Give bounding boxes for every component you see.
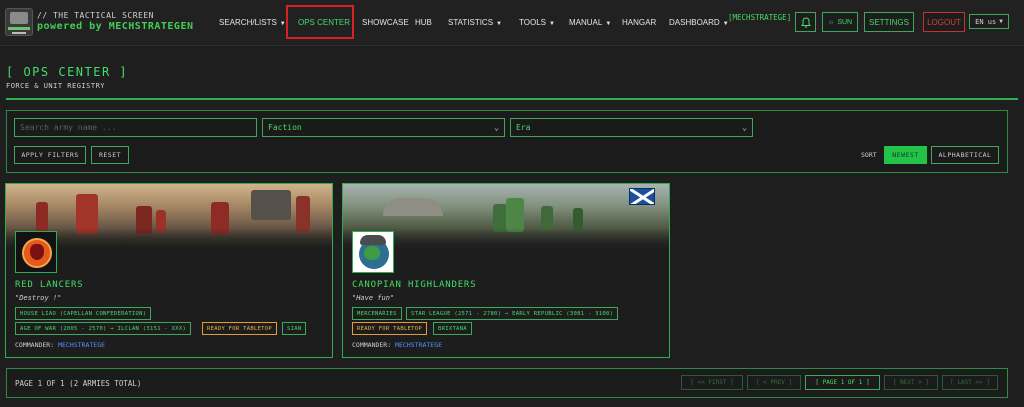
army-card[interactable]: RED LANCERS "Destroy !" HOUSE LIAO (CAPE… (5, 183, 333, 358)
era-select-label: Era (516, 123, 531, 132)
chevron-down-icon: ▼ (605, 21, 612, 27)
chevron-down-icon: ▼ (279, 21, 286, 27)
nav-label: MANUAL (569, 18, 603, 27)
nav-hangar[interactable]: HANGAR (622, 12, 656, 34)
logo-stripe (8, 27, 30, 30)
army-motto: "Have fun" (352, 294, 395, 302)
commander-label: COMMANDER: (352, 341, 392, 349)
sort-alphabetical-button[interactable]: ALPHABETICAL (931, 146, 999, 164)
era-select[interactable]: Era ⌄ (510, 118, 753, 137)
faction-tag: HOUSE LIAO (CAPELLAN CONFEDERATION) (15, 307, 152, 320)
commander-link[interactable]: MECHSTRATEGE (395, 341, 442, 349)
mountain-shape (383, 198, 443, 216)
emblem-cap (360, 235, 386, 245)
nav-label: DASHBOARD (669, 18, 720, 27)
notifications-button[interactable] (795, 12, 816, 32)
nav-dashboard[interactable]: DASHBOARD ▼ (669, 12, 729, 34)
mech-figure (573, 208, 583, 230)
nav-manual[interactable]: MANUAL ▼ (569, 12, 611, 34)
location-tag: BRIXTANA (433, 322, 472, 335)
logo-mech-shape (10, 12, 28, 24)
army-emblem (352, 231, 394, 273)
nav-tools[interactable]: TOOLS ▼ (519, 12, 555, 34)
chevron-down-icon: ▼ (496, 21, 502, 27)
ready-tabletop-tag: READY FOR TABLETOP (352, 322, 428, 335)
commander-line: COMMANDER: MECHSTRATEGE (352, 341, 442, 349)
emblem-land (364, 246, 380, 260)
logout-button[interactable]: LOGOUT (923, 12, 965, 32)
nav-search-lists[interactable]: SEARCH/LISTS ▼ (219, 12, 286, 34)
nav-hub[interactable]: HUB (415, 12, 432, 34)
era-tag: AGE OF WAR (2005 - 2570) → ILCLAN (3151 … (15, 322, 192, 335)
page-subtitle: FORCE & UNIT REGISTRY (6, 82, 106, 90)
sort-newest-button[interactable]: NEWEST (884, 146, 927, 164)
first-page-button[interactable]: [ << FIRST ] (681, 375, 743, 390)
bell-icon (800, 16, 811, 28)
sun-icon: ☼ (827, 18, 835, 26)
pagination-info: PAGE 1 OF 1 (2 ARMIES TOTAL) (15, 379, 142, 388)
commander-line: COMMANDER: MECHSTRATEGE (15, 341, 105, 349)
prev-page-button[interactable]: [ < PREV ] (747, 375, 801, 390)
nav-label: HANGAR (622, 18, 657, 27)
last-page-button[interactable]: [ LAST >> ] (942, 375, 998, 390)
army-motto: "Destroy !" (15, 294, 62, 302)
mech-figure (296, 196, 310, 232)
faction-select[interactable]: Faction ⌄ (262, 118, 505, 137)
nav-showcase[interactable]: SHOWCASE (362, 12, 409, 34)
sort-label: SORT (861, 151, 877, 159)
logo-stripe (12, 32, 26, 34)
commander-label: COMMANDER: (15, 341, 55, 349)
army-name[interactable]: CANOPIAN HIGHLANDERS (352, 280, 476, 290)
current-page-indicator: [ PAGE 1 OF 1 ] (805, 375, 880, 390)
language-select[interactable]: EN us ▼ (969, 14, 1009, 29)
page-title: [ OPS CENTER ] (6, 65, 129, 79)
location-tag: SIAN (282, 322, 307, 335)
building-structure (251, 190, 291, 220)
header-divider (6, 98, 1018, 100)
brand-tagline: // THE TACTICAL SCREEN (37, 11, 154, 20)
era-tag: STAR LEAGUE (2571 - 2780) → EARLY REPUBL… (406, 307, 619, 320)
mech-figure (506, 198, 524, 232)
ops-center-highlight-box (286, 5, 354, 39)
reset-filters-button[interactable]: RESET (91, 146, 129, 164)
faction-select-label: Faction (268, 123, 302, 132)
mech-figure (541, 206, 553, 230)
chevron-down-icon: ⌄ (742, 123, 747, 132)
army-card[interactable]: CANOPIAN HIGHLANDERS "Have fun" MERCENAR… (342, 183, 670, 358)
army-emblem (15, 231, 57, 273)
nav-statistics[interactable]: STATISTICS ▼ (448, 12, 502, 34)
chevron-down-icon: ▼ (999, 18, 1003, 25)
theme-toggle-button[interactable]: ☼ SUN (822, 12, 858, 32)
chevron-down-icon: ▼ (548, 21, 555, 27)
language-value: EN us (975, 17, 997, 26)
theme-label: SUN (837, 18, 853, 26)
faction-tag: MERCENARIES (352, 307, 402, 320)
scottish-flag-icon (629, 188, 655, 205)
nav-label: HUB (415, 18, 432, 27)
ready-tabletop-tag: READY FOR TABLETOP (202, 322, 278, 335)
commander-link[interactable]: MECHSTRATEGE (58, 341, 105, 349)
nav-label: SHOWCASE (362, 18, 409, 27)
army-name[interactable]: RED LANCERS (15, 280, 83, 290)
next-page-button[interactable]: [ NEXT > ] (884, 375, 938, 390)
current-user[interactable]: [MECHSTRATEGE] (728, 13, 791, 22)
nav-label: TOOLS (519, 18, 546, 27)
emblem-center (30, 244, 44, 260)
chevron-down-icon: ⌄ (494, 123, 499, 132)
nav-label: STATISTICS (448, 18, 494, 27)
mechstrategen-logo[interactable] (5, 8, 33, 36)
nav-label: SEARCH/LISTS (219, 18, 277, 27)
apply-filters-button[interactable]: APPLY FILTERS (14, 146, 86, 164)
settings-button[interactable]: SETTINGS (864, 12, 914, 32)
brand-powered-by[interactable]: powered by MECHSTRATEGEN (37, 21, 194, 32)
army-search-input[interactable] (14, 118, 257, 137)
